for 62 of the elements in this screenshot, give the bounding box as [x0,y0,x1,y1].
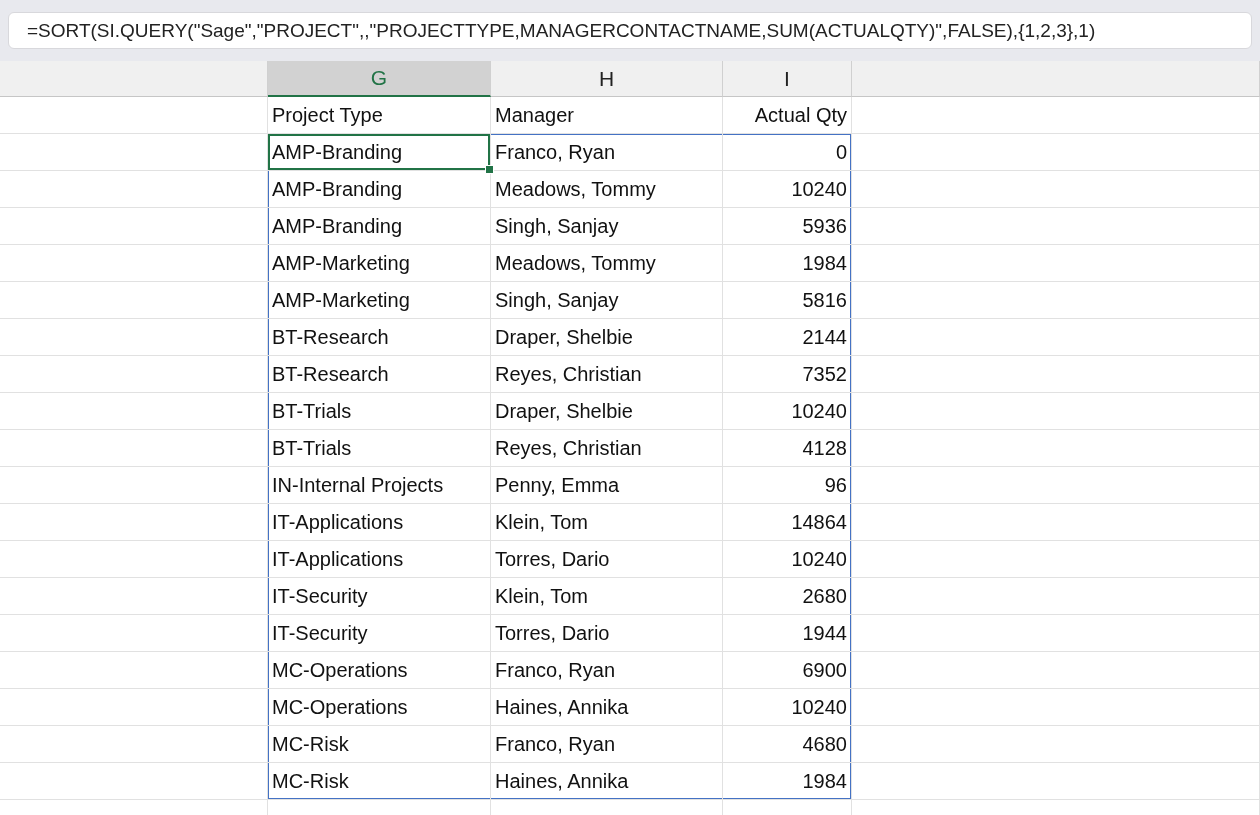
table-cell: Franco, Ryan [491,134,723,171]
table-cell: Draper, Shelbie [491,319,723,356]
table-cell: Singh, Sanjay [491,208,723,245]
table-cell: Klein, Tom [491,504,723,541]
table-cell: 4680 [723,726,852,763]
table-cell: IT-Applications [268,504,491,541]
table-cell: BT-Trials [268,393,491,430]
table-cell: IT-Security [268,578,491,615]
table-cell: 2144 [723,319,852,356]
table-cell: 0 [723,134,852,171]
table-cell: 96 [723,467,852,504]
table-cell: AMP-Marketing [268,282,491,319]
table-cell: Singh, Sanjay [491,282,723,319]
table-cell: Actual Qty [723,97,852,134]
table-cell: BT-Trials [268,430,491,467]
table-cell: Torres, Dario [491,541,723,578]
table-cell: AMP-Branding [268,208,491,245]
table-cell: 14864 [723,504,852,541]
table-cell: AMP-Branding [268,134,491,171]
table-cell: MC-Operations [268,689,491,726]
table-cell: MC-Risk [268,726,491,763]
table-cell: IT-Applications [268,541,491,578]
table-cell: Meadows, Tommy [491,245,723,282]
table-cell: 4128 [723,430,852,467]
table-cell: Torres, Dario [491,615,723,652]
table-cell: IN-Internal Projects [268,467,491,504]
table-cell: 2680 [723,578,852,615]
table-cell: 10240 [723,541,852,578]
table-cell: 10240 [723,689,852,726]
column-header[interactable]: G [268,61,491,97]
table-cell: IT-Security [268,615,491,652]
table-cell: 10240 [723,171,852,208]
table-cell: Reyes, Christian [491,430,723,467]
table-cell: 1984 [723,245,852,282]
table-cell: Franco, Ryan [491,726,723,763]
table-cell: Haines, Annika [491,689,723,726]
table-cell: Reyes, Christian [491,356,723,393]
table-cell: Penny, Emma [491,467,723,504]
table-cell: 1984 [723,763,852,800]
table-cell: BT-Research [268,356,491,393]
table-cell: MC-Operations [268,652,491,689]
column-header[interactable]: H [491,61,723,97]
table-cell: MC-Risk [268,763,491,800]
table-cell: 7352 [723,356,852,393]
column-header[interactable]: I [723,61,852,97]
table-cell: Manager [491,97,723,134]
table-cell: 6900 [723,652,852,689]
table-cell: Draper, Shelbie [491,393,723,430]
table-cell: Meadows, Tommy [491,171,723,208]
table-cell: Project Type [268,97,491,134]
table-cell: AMP-Marketing [268,245,491,282]
fill-handle[interactable] [485,165,494,174]
table-cell: AMP-Branding [268,171,491,208]
table-cell: 10240 [723,393,852,430]
formula-field[interactable]: =SORT(SI.QUERY("Sage","PROJECT",,"PROJECTTYPE,MANAGERCONTACTNAME,SUM(ACTUALQTY)",FALSE),{1,2,3},1) [8,12,1252,49]
table-cell: 1944 [723,615,852,652]
table-cell: 5936 [723,208,852,245]
table-cell: Haines, Annika [491,763,723,800]
table-cell: BT-Research [268,319,491,356]
table-cell: Franco, Ryan [491,652,723,689]
table-cell: Klein, Tom [491,578,723,615]
table-cell: 5816 [723,282,852,319]
